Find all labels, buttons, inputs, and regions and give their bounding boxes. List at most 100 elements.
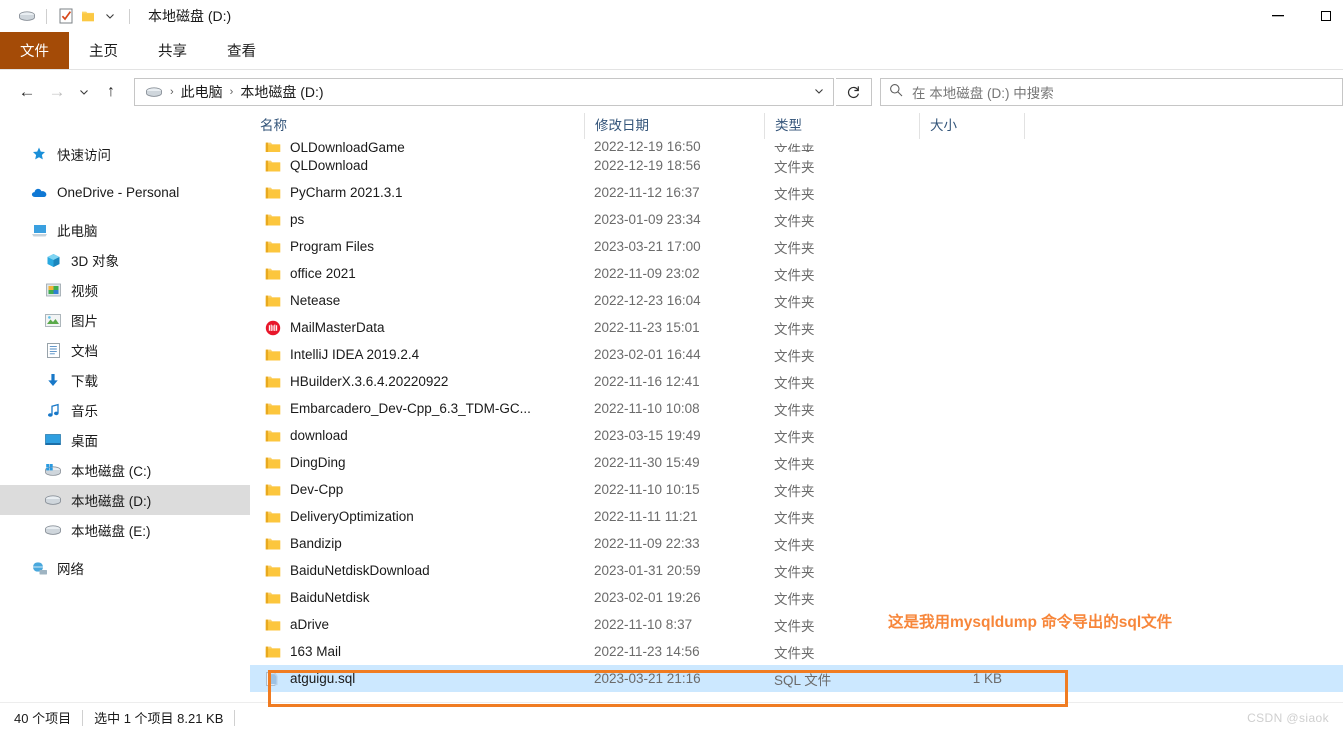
cell-date-modified: 2022-11-10 10:15: [594, 482, 700, 497]
tab-share[interactable]: 共享: [138, 32, 207, 69]
customize-qat-chevron-icon[interactable]: [99, 6, 121, 26]
table-row[interactable]: Dev-Cpp 2022-11-10 10:15 文件夹: [250, 476, 1343, 503]
desktop-icon: [44, 431, 62, 449]
cell-name: BaiduNetdisk: [250, 589, 584, 606]
recent-locations-chevron-icon[interactable]: [72, 77, 96, 107]
cell-date-modified: 2022-11-11 11:21: [594, 509, 698, 524]
cell-type: 文件夹: [774, 159, 815, 175]
3d-objects-icon: [44, 251, 62, 269]
quick-access-toolbar: [0, 6, 138, 26]
table-row[interactable]: DeliveryOptimization 2022-11-11 11:21 文件夹: [250, 503, 1343, 530]
new-folder-icon[interactable]: [77, 6, 99, 26]
breadcrumb-drive-icon: [145, 85, 163, 99]
folder-icon: [264, 454, 281, 471]
sidebar-item-pictures[interactable]: 图片: [0, 305, 250, 335]
cell-name: MailMasterData: [250, 319, 584, 336]
sidebar-item-documents[interactable]: 文档: [0, 335, 250, 365]
up-button[interactable]: ↑: [96, 77, 126, 107]
forward-button[interactable]: →: [42, 77, 72, 107]
table-row[interactable]: HBuilderX.3.6.4.20220922 2022-11-16 12:41…: [250, 368, 1343, 395]
table-row[interactable]: office 2021 2022-11-09 23:02 文件夹: [250, 260, 1343, 287]
table-row[interactable]: ps 2023-01-09 23:34 文件夹: [250, 206, 1343, 233]
column-header-date-modified[interactable]: 修改日期: [584, 113, 764, 139]
tab-view[interactable]: 查看: [207, 32, 276, 69]
table-row[interactable]: DingDing 2022-11-30 15:49 文件夹: [250, 449, 1343, 476]
file-name-label: office 2021: [290, 266, 356, 281]
table-row[interactable]: atguigu.sql 2023-03-21 21:16 SQL 文件 1 KB: [250, 665, 1343, 692]
cell-type: 文件夹: [774, 348, 815, 364]
cell-size: 1 KB: [972, 671, 1002, 686]
folder-icon: [264, 427, 281, 444]
table-row[interactable]: download 2023-03-15 19:49 文件夹: [250, 422, 1343, 449]
sidebar-item-onedrive[interactable]: OneDrive - Personal: [0, 177, 250, 207]
folder-icon: [264, 292, 281, 309]
file-name-label: BaiduNetdiskDownload: [290, 563, 430, 578]
cell-name: QLDownloadGame: [250, 139, 584, 152]
table-row[interactable]: 163 Mail 2022-11-23 14:56 文件夹: [250, 638, 1343, 665]
table-row[interactable]: BaiduNetdisk 2023-02-01 19:26 文件夹: [250, 584, 1343, 611]
cell-name: Netease: [250, 292, 584, 309]
cell-date-modified: 2023-01-09 23:34: [594, 212, 701, 227]
back-button[interactable]: ←: [12, 77, 42, 107]
refresh-button[interactable]: [836, 78, 872, 106]
tab-home[interactable]: 主页: [69, 32, 138, 69]
table-row[interactable]: PyCharm 2021.3.1 2022-11-12 16:37 文件夹: [250, 179, 1343, 206]
table-row[interactable]: QLDownload 2022-12-19 18:56 文件夹: [250, 152, 1343, 179]
cell-date-modified: 2022-12-23 16:04: [594, 293, 701, 308]
file-name-label: BaiduNetdisk: [290, 590, 370, 605]
sidebar-item-label: 桌面: [71, 434, 98, 449]
sidebar-item-local-disk-c[interactable]: 本地磁盘 (C:): [0, 455, 250, 485]
cell-date-modified: 2022-12-19 18:56: [594, 158, 701, 173]
folder-icon: [264, 346, 281, 363]
sidebar-item-music[interactable]: 音乐: [0, 395, 250, 425]
column-header-size[interactable]: 大小: [919, 113, 1024, 139]
music-icon: [44, 401, 62, 419]
file-name-label: MailMasterData: [290, 320, 385, 335]
table-row[interactable]: BaiduNetdiskDownload 2023-01-31 20:59 文件夹: [250, 557, 1343, 584]
sidebar-item-this-pc[interactable]: 此电脑: [0, 215, 250, 245]
maximize-button[interactable]: [1301, 0, 1343, 32]
search-input[interactable]: 在 本地磁盘 (D:) 中搜索: [880, 78, 1343, 106]
properties-icon[interactable]: [55, 6, 77, 26]
table-row[interactable]: Bandizip 2022-11-09 22:33 文件夹: [250, 530, 1343, 557]
network-icon: [30, 559, 48, 577]
table-row[interactable]: Program Files 2023-03-21 17:00 文件夹: [250, 233, 1343, 260]
sidebar-item-downloads[interactable]: 下载: [0, 365, 250, 395]
sidebar-item-label: 本地磁盘 (D:): [71, 494, 152, 509]
status-separator: [82, 709, 84, 726]
window-title: 本地磁盘 (D:): [148, 8, 232, 24]
cell-type: 文件夹: [774, 429, 815, 445]
cell-type: 文件夹: [774, 510, 815, 526]
sidebar-item-desktop[interactable]: 桌面: [0, 425, 250, 455]
minimize-button[interactable]: [1255, 0, 1301, 32]
file-name-label: atguigu.sql: [290, 671, 356, 686]
column-header-type[interactable]: 类型: [764, 113, 919, 139]
table-row[interactable]: aDrive 2022-11-10 8:37 文件夹: [250, 611, 1343, 638]
tab-file[interactable]: 文件: [0, 32, 69, 69]
table-row[interactable]: Netease 2022-12-23 16:04 文件夹: [250, 287, 1343, 314]
sidebar-item-3d-objects[interactable]: 3D 对象: [0, 245, 250, 275]
table-row[interactable]: MailMasterData 2022-11-23 15:01 文件夹: [250, 314, 1343, 341]
breadcrumb-item-local-disk-d[interactable]: 本地磁盘 (D:): [240, 82, 323, 102]
sidebar-item-local-disk-e[interactable]: 本地磁盘 (E:): [0, 515, 250, 545]
breadcrumb-chevron-down-icon[interactable]: [813, 85, 825, 100]
sidebar-item-label: 文档: [71, 344, 98, 359]
sidebar-item-videos[interactable]: 视频: [0, 275, 250, 305]
cell-type: 文件夹: [774, 564, 815, 580]
breadcrumb-item-this-pc[interactable]: 此电脑: [181, 82, 223, 102]
sidebar-item-network[interactable]: 网络: [0, 553, 250, 583]
sidebar-item-quick-access[interactable]: 快速访问: [0, 139, 250, 169]
sidebar-item-local-disk-d[interactable]: 本地磁盘 (D:): [0, 485, 250, 515]
cell-type: 文件夹: [774, 213, 815, 229]
pin-star-icon: [30, 145, 48, 163]
table-row[interactable]: QLDownloadGame 2022-12-19 16:50 文件夹: [250, 139, 1343, 152]
cell-date-modified: 2023-03-15 19:49: [594, 428, 701, 443]
cell-name: download: [250, 427, 584, 444]
column-header-name[interactable]: 名称: [250, 113, 584, 139]
cell-type: 文件夹: [774, 321, 815, 337]
table-row[interactable]: Embarcadero_Dev-Cpp_6.3_TDM-GC... 2022-11…: [250, 395, 1343, 422]
table-row[interactable]: IntelliJ IDEA 2019.2.4 2023-02-01 16:44 文件…: [250, 341, 1343, 368]
breadcrumb[interactable]: › 此电脑 › 本地磁盘 (D:): [134, 78, 834, 106]
sidebar-item-label: 视频: [71, 284, 98, 299]
